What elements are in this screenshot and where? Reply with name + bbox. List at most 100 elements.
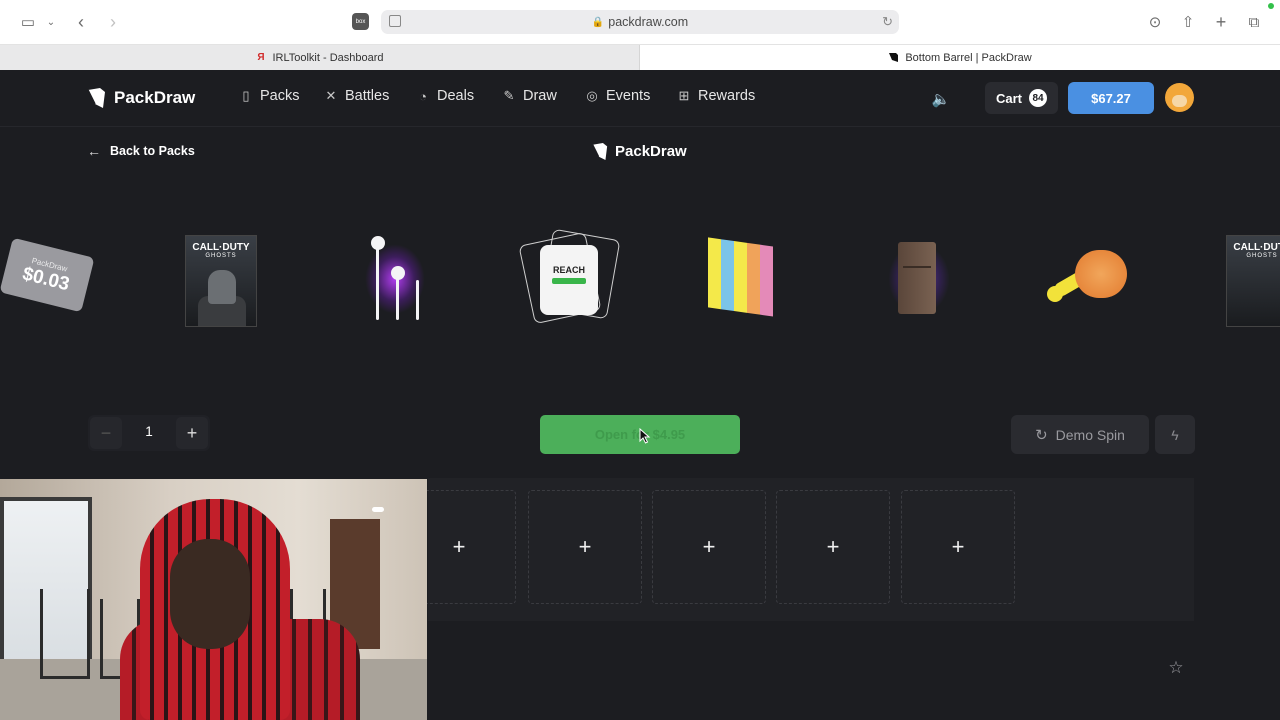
cart-button[interactable]: Cart 84 <box>985 82 1058 114</box>
dog-toy-drumstick-item <box>1045 250 1133 320</box>
browser-chrome: ▭ ⌄ ‹ › box 🔒 packdraw.com ↻ ⊙ ⇧ + ⧉ Я I… <box>0 0 1280 70</box>
reach-floss-item: REACH <box>518 228 621 330</box>
tab-packdraw[interactable]: Bottom Barrel | PackDraw <box>640 45 1280 70</box>
packdraw-logo-icon <box>86 87 106 109</box>
tab-bar: Я IRLToolkit - Dashboard Bottom Barrel |… <box>0 44 1280 70</box>
plus-icon: + <box>826 534 840 559</box>
reload-icon[interactable]: ↻ <box>882 14 893 30</box>
new-tab-icon[interactable]: + <box>1210 11 1232 33</box>
back-label: Back to Packs <box>110 144 195 158</box>
plus-icon: + <box>951 534 965 559</box>
decrease-quantity-button[interactable]: − <box>90 417 122 449</box>
add-pack-slot[interactable]: + <box>901 490 1015 604</box>
avatar-face <box>1172 95 1187 107</box>
lock-icon: 🔒 <box>591 16 605 28</box>
wallet-item <box>889 238 949 320</box>
mouse-cursor-icon <box>639 427 651 444</box>
floss-brand: REACH <box>552 265 585 275</box>
share-icon[interactable]: ⇧ <box>1177 11 1199 33</box>
gift-icon: ⊞ <box>678 88 690 103</box>
sticky-pink <box>760 244 773 317</box>
avatar[interactable] <box>1165 83 1194 112</box>
nav-label: Rewards <box>698 88 756 104</box>
nav-draw[interactable]: ✎ Draw <box>501 88 557 104</box>
add-pack-slot[interactable]: + <box>652 490 766 604</box>
recording-indicator <box>1268 3 1274 9</box>
quantity-value[interactable]: 1 <box>128 424 170 439</box>
site-logo[interactable]: PackDraw <box>86 87 195 109</box>
swords-icon: ✕ <box>325 88 337 103</box>
cod-subtitle: GHOSTS <box>205 253 237 259</box>
wallet-body <box>898 242 936 314</box>
lightning-icon: ϟ <box>1171 426 1179 443</box>
tab-irltoolkit[interactable]: Я IRLToolkit - Dashboard <box>0 45 640 70</box>
wallet-slot <box>903 250 931 268</box>
earbud-stem <box>396 278 399 320</box>
nav-label: Packs <box>260 88 300 104</box>
irltoolkit-favicon-icon: Я <box>257 52 265 63</box>
browser-toolbar: ▭ ⌄ ‹ › box 🔒 packdraw.com ↻ ⊙ ⇧ + ⧉ <box>0 0 1280 44</box>
demo-spin-button[interactable]: ↻ Demo Spin <box>1011 415 1149 454</box>
webcam-overlay <box>0 479 427 720</box>
center-logo: PackDraw <box>591 142 687 161</box>
spin-carousel: PackDraw $0.03 CALL·DUTY GHOSTS REACH CA… <box>0 228 1280 335</box>
packdraw-favicon-icon <box>888 52 899 63</box>
nav-label: Draw <box>523 88 557 104</box>
sticky-yellow <box>708 237 721 310</box>
cart-count-badge: 84 <box>1029 89 1047 107</box>
person-face <box>170 539 250 649</box>
deals-icon: ◔ <box>419 88 427 104</box>
balance-button[interactable]: $67.27 <box>1068 82 1154 114</box>
drumstick-knob <box>1047 286 1063 302</box>
nav-label: Events <box>606 88 651 104</box>
back-arrow-icon[interactable]: ‹ <box>70 11 92 33</box>
earbud-stem <box>376 248 379 320</box>
chair <box>40 589 90 679</box>
refresh-icon: ↻ <box>1035 426 1048 444</box>
tab-overview-icon[interactable]: ⧉ <box>1243 11 1265 33</box>
sticky-notes-item <box>708 237 774 317</box>
call-of-duty-ghosts-item: CALL·DUTY GHOSTS <box>1226 235 1280 327</box>
favorite-star-icon[interactable]: ☆ <box>1166 658 1186 678</box>
url-text: packdraw.com <box>608 15 689 29</box>
draw-icon: ✎ <box>503 88 515 103</box>
reader-icon[interactable] <box>389 15 401 27</box>
box-extension-icon[interactable]: box <box>352 13 369 30</box>
sticky-yellow <box>734 241 747 313</box>
increase-quantity-button[interactable]: + <box>176 417 208 449</box>
plus-icon: + <box>452 534 466 559</box>
ceiling-light <box>372 507 384 512</box>
cod-subtitle: GHOSTS <box>1246 253 1278 259</box>
logo-text: PackDraw <box>114 88 196 107</box>
sticky-orange <box>747 242 760 315</box>
floss-box: REACH <box>540 245 598 315</box>
earbud-cable <box>416 280 419 320</box>
events-icon: ◎ <box>586 88 598 103</box>
add-pack-slot[interactable]: + <box>776 490 890 604</box>
sound-toggle-icon[interactable]: 🔈 <box>931 89 951 109</box>
chevron-down-icon[interactable]: ⌄ <box>40 11 62 33</box>
demo-spin-label: Demo Spin <box>1055 426 1125 443</box>
nav-packs[interactable]: ▯ Packs <box>238 88 300 104</box>
fast-spin-button[interactable]: ϟ <box>1155 415 1195 454</box>
download-icon[interactable]: ⊙ <box>1144 11 1166 33</box>
pack-slots: + + + + + <box>402 478 1194 621</box>
floss-band <box>552 278 586 284</box>
ticket-item: PackDraw $0.03 <box>0 237 95 313</box>
nav-battles[interactable]: ✕ Battles <box>323 88 390 104</box>
plus-icon: + <box>702 534 716 559</box>
cart-label: Cart <box>995 90 1022 106</box>
tab-label: IRLToolkit - Dashboard <box>272 51 384 64</box>
center-logo-text: PackDraw <box>615 143 687 160</box>
address-bar[interactable]: 🔒 packdraw.com ↻ <box>381 10 899 34</box>
back-to-packs-link[interactable]: ← Back to Packs <box>87 143 195 159</box>
forward-arrow-icon[interactable]: › <box>102 11 124 33</box>
nav-rewards[interactable]: ⊞ Rewards <box>676 88 756 104</box>
cod-soldier-mask <box>208 270 236 304</box>
nav-events[interactable]: ◎ Events <box>584 88 650 104</box>
earbuds-item <box>360 234 430 326</box>
add-pack-slot[interactable]: + <box>528 490 642 604</box>
sidebar-toggle-icon[interactable]: ▭ <box>17 11 39 33</box>
nav-deals[interactable]: ◔ Deals <box>415 88 474 104</box>
call-of-duty-ghosts-item: CALL·DUTY GHOSTS <box>185 235 257 327</box>
